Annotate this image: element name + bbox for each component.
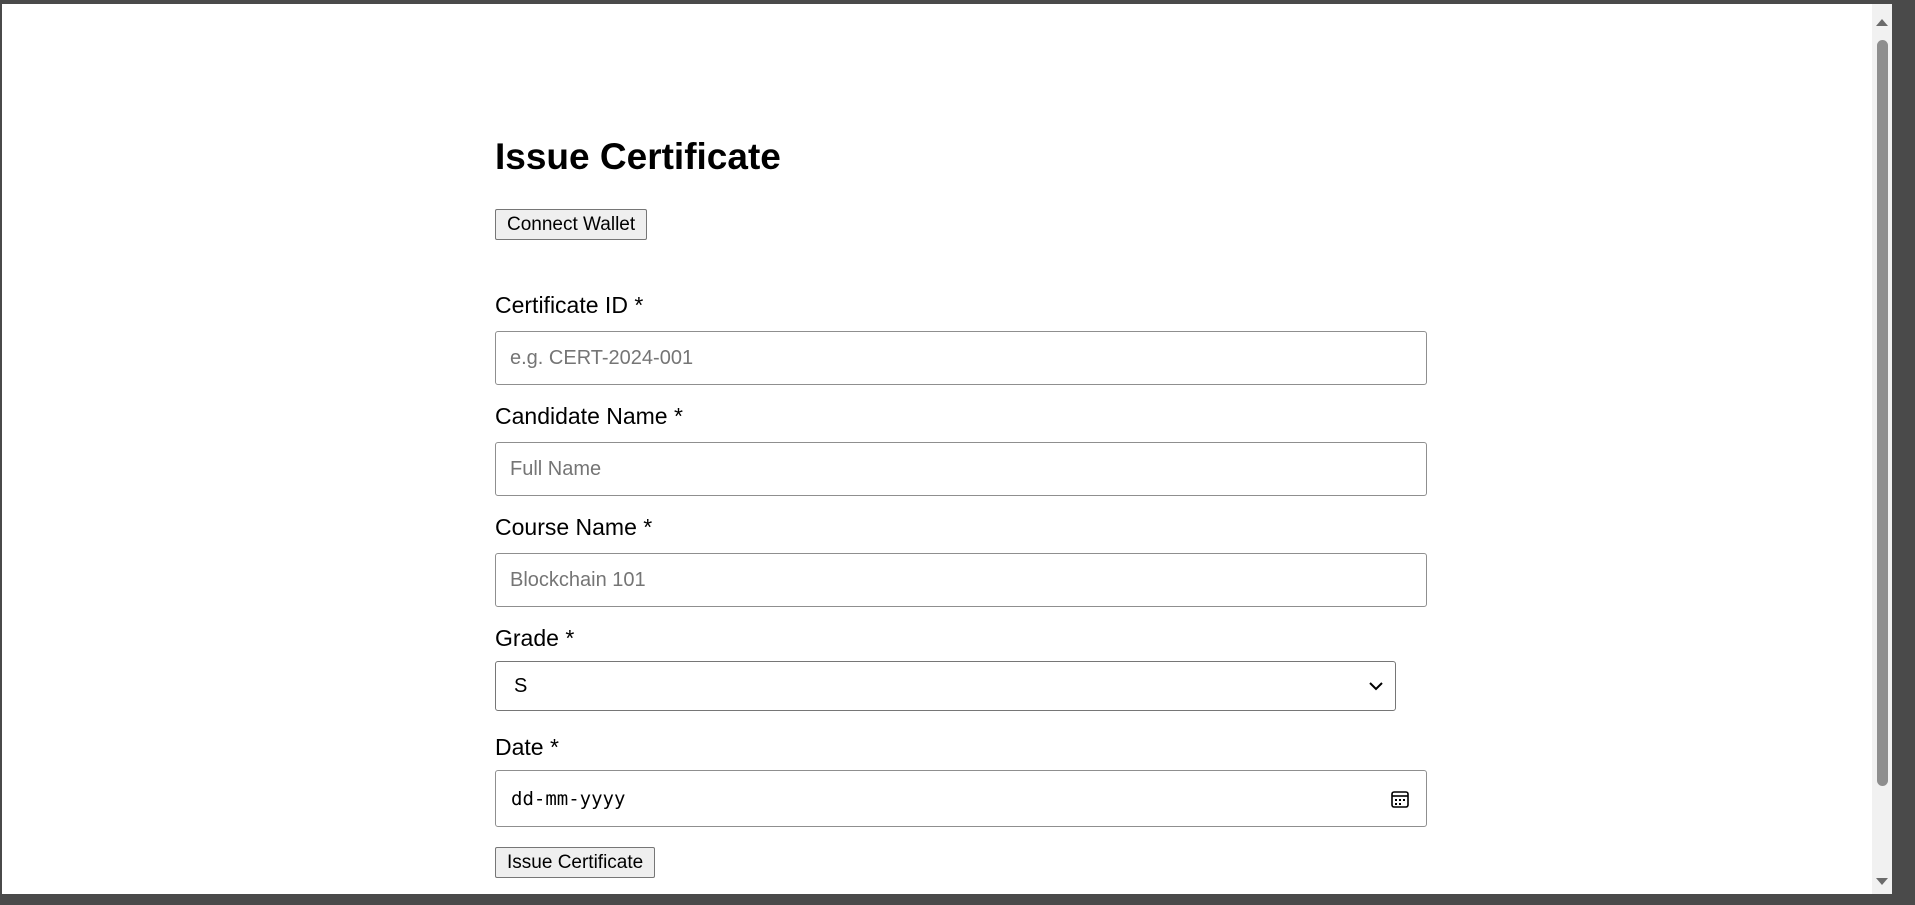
date-label: Date * <box>495 734 559 760</box>
grade-select[interactable]: S <box>495 661 1396 711</box>
date-input[interactable]: dd-mm-yyyy <box>495 770 1427 827</box>
candidate-name-label: Candidate Name * <box>495 403 683 429</box>
scrollbar-thumb[interactable] <box>1877 40 1888 786</box>
triangle-up-icon[interactable] <box>1872 12 1892 32</box>
issue-certificate-button[interactable]: Issue Certificate <box>495 847 656 878</box>
date-placeholder: dd-mm-yyyy <box>511 788 626 810</box>
calendar-icon[interactable] <box>1390 789 1410 809</box>
vertical-scrollbar[interactable] <box>1872 4 1892 894</box>
candidate-name-input[interactable] <box>495 442 1427 496</box>
certificate-id-input[interactable] <box>495 331 1427 385</box>
triangle-down-icon[interactable] <box>1872 872 1892 892</box>
certificate-id-label: Certificate ID * <box>495 292 644 318</box>
course-name-input[interactable] <box>495 553 1427 607</box>
grade-selected-value: S <box>514 675 528 697</box>
browser-viewport: Issue Certificate Connect Wallet Certifi… <box>2 4 1892 894</box>
connect-wallet-button[interactable]: Connect Wallet <box>495 209 648 240</box>
course-name-label: Course Name * <box>495 514 653 540</box>
chevron-down-icon <box>1369 682 1383 691</box>
grade-label: Grade * <box>495 625 575 651</box>
page-title: Issue Certificate <box>495 136 781 177</box>
